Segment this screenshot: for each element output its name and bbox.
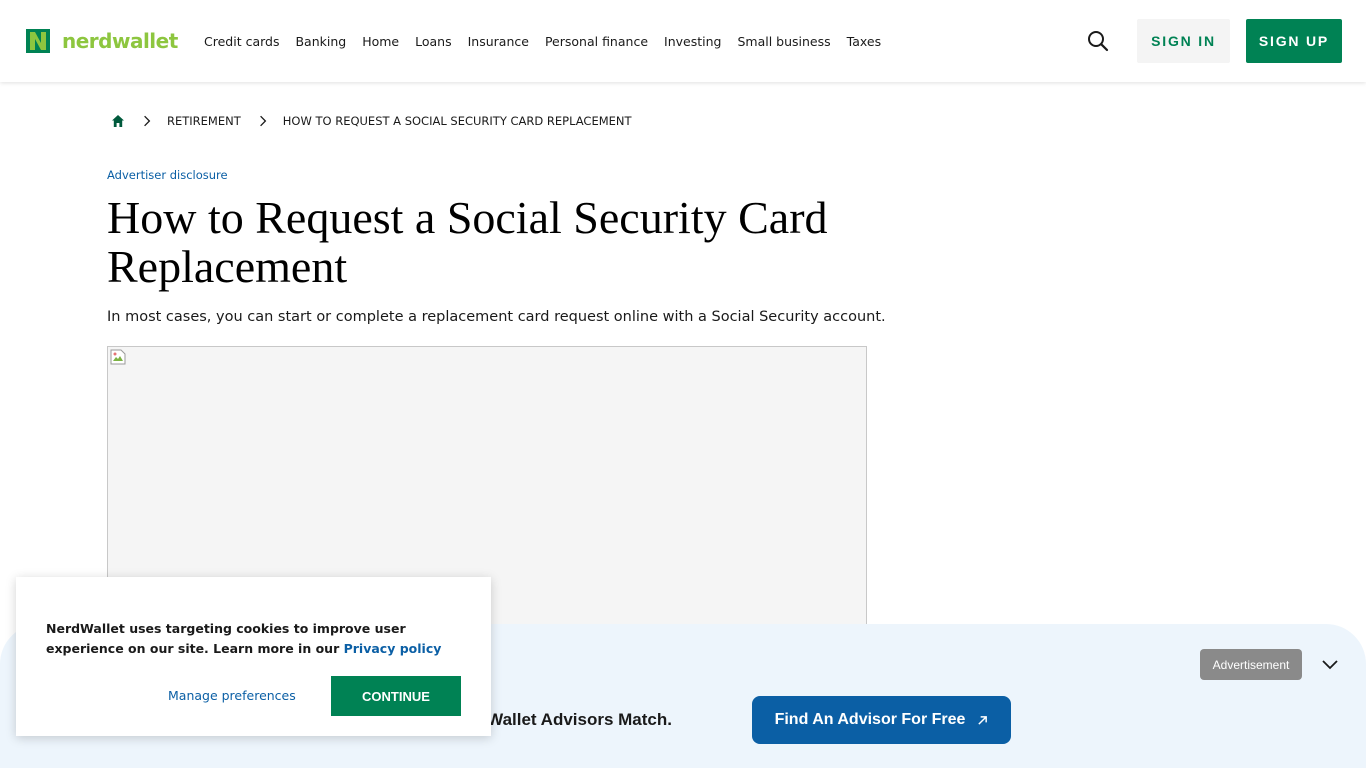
logo-text: nerdwallet [62, 29, 178, 53]
chevron-right-icon [259, 115, 267, 127]
breadcrumb-current: HOW TO REQUEST A SOCIAL SECURITY CARD RE… [282, 114, 632, 128]
nerdwallet-logo[interactable]: nerdwallet [26, 29, 178, 53]
nav-item-investing[interactable]: Investing [664, 34, 721, 49]
main-nav: Credit cards Banking Home Loans Insuranc… [204, 34, 897, 49]
logo-mark-icon [26, 29, 50, 53]
continue-button[interactable]: CONTINUE [331, 676, 461, 716]
broken-image-icon [110, 349, 126, 365]
breadcrumb: RETIREMENT HOW TO REQUEST A SOCIAL SECUR… [111, 114, 632, 128]
find-advisor-button[interactable]: Find An Advisor For Free [752, 696, 1011, 744]
breadcrumb-retirement[interactable]: RETIREMENT [167, 114, 241, 128]
cookie-consent-dialog: NerdWallet uses targeting cookies to imp… [16, 577, 491, 736]
search-icon[interactable] [1086, 29, 1110, 53]
privacy-policy-link[interactable]: Privacy policy [344, 641, 442, 656]
nav-item-credit-cards[interactable]: Credit cards [204, 34, 279, 49]
nav-item-insurance[interactable]: Insurance [468, 34, 529, 49]
nav-item-home[interactable]: Home [362, 34, 399, 49]
find-advisor-label: Find An Advisor For Free [774, 711, 966, 728]
external-link-icon [978, 715, 988, 725]
chevron-right-icon [144, 115, 151, 127]
chevron-down-icon[interactable] [1320, 655, 1340, 675]
cookie-message: NerdWallet uses targeting cookies to imp… [46, 619, 466, 659]
home-icon[interactable] [111, 114, 125, 128]
nav-item-small-business[interactable]: Small business [737, 34, 830, 49]
article-subtitle: In most cases, you can start or complete… [107, 309, 886, 325]
manage-preferences-link[interactable]: Manage preferences [168, 688, 296, 703]
page-title: How to Request a Social Security Card Re… [107, 192, 828, 292]
nav-item-banking[interactable]: Banking [295, 34, 346, 49]
nav-item-loans[interactable]: Loans [415, 34, 452, 49]
advertisement-badge: Advertisement [1200, 649, 1302, 680]
sign-in-button[interactable]: SIGN IN [1137, 19, 1230, 63]
nav-item-personal-finance[interactable]: Personal finance [545, 34, 648, 49]
advertiser-disclosure-link[interactable]: Advertiser disclosure [107, 168, 228, 182]
nav-item-taxes[interactable]: Taxes [847, 34, 881, 49]
sign-up-button[interactable]: SIGN UP [1246, 19, 1342, 63]
site-header: nerdwallet Credit cards Banking Home Loa… [0, 0, 1366, 82]
